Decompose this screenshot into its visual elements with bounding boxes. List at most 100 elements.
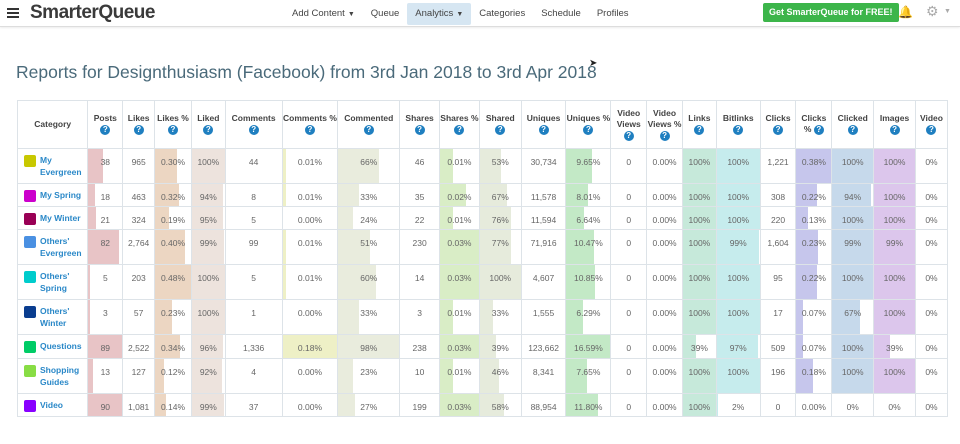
help-icon[interactable]: ?: [733, 125, 744, 136]
column-header[interactable]: Shares ?: [399, 101, 441, 149]
cell-commented: 66%: [337, 148, 401, 184]
column-header[interactable]: Video Views ?: [610, 101, 648, 149]
help-icon[interactable]: ?: [414, 125, 425, 136]
chevron-down-icon[interactable]: ▼: [944, 8, 951, 15]
report-table-container[interactable]: Category Posts ? Likes ? Likes % ? Liked ? Co…: [17, 100, 948, 417]
help-icon[interactable]: ?: [847, 125, 858, 136]
bell-icon[interactable]: 🔔: [898, 5, 913, 19]
column-header[interactable]: Category: [18, 101, 89, 149]
column-header[interactable]: Posts ?: [87, 101, 124, 149]
column-header[interactable]: Commented ?: [337, 101, 401, 149]
category-link[interactable]: My Winter: [40, 212, 87, 224]
help-icon[interactable]: ?: [623, 130, 634, 141]
help-icon[interactable]: ?: [203, 125, 214, 136]
column-header[interactable]: Likes ?: [122, 101, 156, 149]
column-header[interactable]: Comments % ?: [282, 101, 339, 149]
cell-value: 99: [248, 237, 259, 248]
column-header[interactable]: Uniques ?: [521, 101, 567, 149]
category-link[interactable]: Questions: [40, 340, 87, 352]
cell-value: 100%: [727, 191, 750, 202]
cell-shares: 0.02%: [439, 183, 480, 207]
cell-shares: 0.03%: [439, 334, 480, 359]
cell-value: 89: [100, 342, 111, 353]
column-header[interactable]: Images ?: [873, 101, 916, 149]
cell-value: 27%: [360, 401, 378, 412]
help-icon[interactable]: ?: [538, 125, 549, 136]
column-header[interactable]: Video ?: [915, 101, 948, 149]
cell-value: 0.48%: [160, 272, 186, 283]
help-icon[interactable]: ?: [694, 125, 705, 136]
logo[interactable]: SmarterQueue: [30, 2, 155, 24]
help-icon[interactable]: ?: [659, 130, 670, 141]
help-icon[interactable]: ?: [583, 125, 594, 136]
column-header[interactable]: Video Views % ?: [646, 101, 683, 149]
category-cell: Video: [18, 393, 89, 417]
help-icon[interactable]: ?: [248, 125, 259, 136]
nav-profiles[interactable]: Profiles: [589, 3, 637, 25]
column-header[interactable]: Bitlinks ?: [716, 101, 761, 149]
column-header[interactable]: Shares % ?: [439, 101, 480, 149]
help-icon[interactable]: ?: [495, 125, 506, 136]
help-icon[interactable]: ?: [168, 125, 178, 136]
cell-video: 0%: [915, 229, 948, 265]
menu-icon[interactable]: [7, 8, 19, 18]
nav-add-content[interactable]: Add Content ▼: [284, 3, 363, 25]
column-header[interactable]: Clicks ?: [760, 101, 797, 149]
gear-icon[interactable]: ⚙: [926, 3, 939, 20]
cell-commented: 23%: [337, 358, 401, 394]
category-link[interactable]: Video: [40, 399, 87, 411]
help-icon[interactable]: ?: [773, 125, 784, 136]
column-header[interactable]: Links ?: [682, 101, 717, 149]
cell-value: 4,607: [532, 272, 555, 283]
cell-likes: 127: [122, 358, 156, 394]
cell-links: 100%: [682, 229, 717, 265]
help-icon[interactable]: ?: [813, 125, 824, 136]
cell-video-views: 0: [610, 206, 648, 230]
help-icon[interactable]: ?: [926, 125, 937, 136]
category-link[interactable]: Others' Evergreen: [40, 235, 87, 259]
category-color-swatch: [24, 235, 36, 248]
category-link[interactable]: My Spring: [40, 189, 87, 201]
help-icon[interactable]: ?: [100, 125, 111, 136]
category-link[interactable]: Others' Winter: [40, 305, 87, 329]
cell-value: 0.01%: [447, 366, 472, 377]
help-icon[interactable]: ?: [889, 125, 900, 136]
column-header[interactable]: Clicks % ?: [795, 101, 833, 149]
category-link[interactable]: Shopping Guides: [40, 364, 87, 388]
column-header[interactable]: Shared ?: [479, 101, 522, 149]
category-cell: Others' Spring: [18, 264, 89, 300]
help-icon[interactable]: ?: [133, 125, 144, 136]
cell-shares: 0.01%: [439, 148, 480, 184]
cell-comments: 37: [225, 393, 283, 417]
cell-value: 11.80%: [574, 401, 603, 412]
nav-schedule[interactable]: Schedule: [533, 3, 589, 25]
cell-clicks: 0.22%: [795, 183, 833, 207]
cell-value: 0: [626, 272, 632, 283]
value-bar: [282, 148, 286, 183]
category-color-swatch: [24, 212, 36, 225]
cell-value: 0.00%: [652, 214, 677, 225]
top-navbar: SmarterQueue Add Content ▼ Queue Analytics ▼…: [0, 0, 960, 27]
value-bar: [338, 358, 353, 393]
nav-categories[interactable]: Categories: [471, 3, 533, 25]
nav-queue[interactable]: Queue: [363, 3, 408, 25]
nav-analytics[interactable]: Analytics ▼: [407, 2, 472, 25]
help-icon[interactable]: ?: [304, 125, 315, 136]
help-icon[interactable]: ?: [363, 125, 374, 136]
cell-value: 0.22%: [801, 191, 826, 202]
cell-comments: 0.00%: [282, 393, 339, 417]
cell-value: 0.18%: [801, 366, 826, 377]
cell-value: 4: [251, 366, 256, 377]
column-header[interactable]: Comments ?: [225, 101, 283, 149]
get-smarterqueue-button[interactable]: Get SmarterQueue for FREE!: [763, 3, 899, 22]
category-link[interactable]: Others' Spring: [40, 270, 87, 294]
column-header[interactable]: Liked ?: [191, 101, 226, 149]
cell-value: 100%: [841, 342, 864, 353]
cell-value: 196: [770, 366, 786, 377]
column-header[interactable]: Uniques % ?: [565, 101, 612, 149]
cell-video-views: 0: [610, 358, 648, 394]
category-link[interactable]: My Evergreen: [40, 154, 87, 178]
column-header[interactable]: Clicked ?: [831, 101, 875, 149]
column-header[interactable]: Likes % ?: [154, 101, 192, 149]
help-icon[interactable]: ?: [454, 125, 465, 136]
